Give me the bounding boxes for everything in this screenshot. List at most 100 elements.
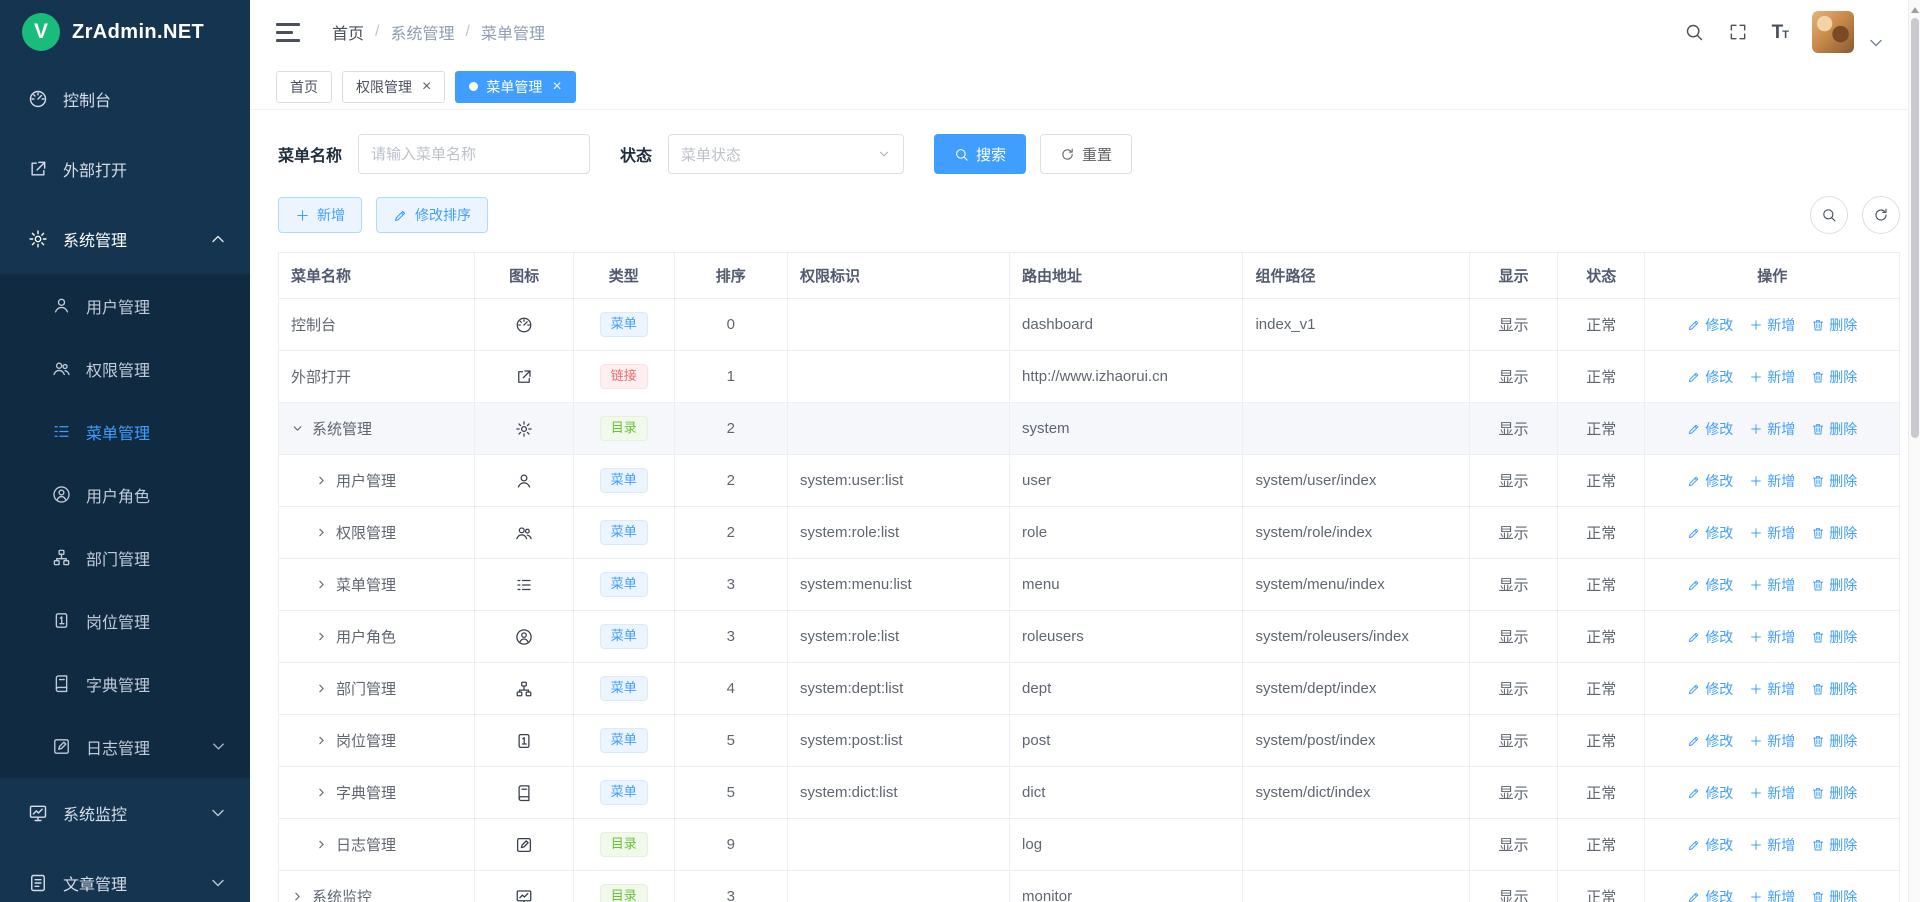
breadcrumb-item[interactable]: 菜单管理: [481, 20, 545, 44]
row-action-edit[interactable]: 修改: [1687, 575, 1733, 595]
row-action-delete[interactable]: 删除: [1811, 731, 1857, 751]
sidebar-item-system-monitor[interactable]: 系统监控: [0, 778, 250, 848]
sidebar-item-user-role[interactable]: 用户角色: [0, 463, 250, 526]
sidebar-item-dict-manage[interactable]: 字典管理: [0, 652, 250, 715]
sidebar-item-log-manage[interactable]: 日志管理: [0, 715, 250, 778]
row-action-delete[interactable]: 删除: [1811, 835, 1857, 855]
row-action-add[interactable]: 新增: [1749, 471, 1795, 491]
expand-row-icon[interactable]: [315, 786, 328, 799]
row-action-delete[interactable]: 删除: [1811, 367, 1857, 387]
row-action-delete[interactable]: 删除: [1811, 575, 1857, 595]
topbar-actions: TT: [1684, 11, 1886, 53]
edit-icon: [1687, 838, 1701, 852]
menu-name-cell: 用户角色: [279, 611, 475, 663]
close-icon[interactable]: ×: [552, 79, 561, 95]
sidebar-item-role-manage[interactable]: 权限管理: [0, 337, 250, 400]
expand-row-icon[interactable]: [315, 838, 328, 851]
sidebar-item-menu-manage[interactable]: 菜单管理: [0, 400, 250, 463]
row-action-edit[interactable]: 修改: [1687, 783, 1733, 803]
status-select[interactable]: 菜单状态: [668, 134, 904, 174]
row-action-add[interactable]: 新增: [1749, 315, 1795, 335]
visible-cell: 显示: [1470, 715, 1558, 767]
row-action-delete[interactable]: 删除: [1811, 627, 1857, 647]
row-action-add[interactable]: 新增: [1749, 367, 1795, 387]
row-action-add[interactable]: 新增: [1749, 627, 1795, 647]
gear-icon: [515, 420, 533, 438]
row-action-delete[interactable]: 删除: [1811, 783, 1857, 803]
row-action-edit[interactable]: 修改: [1687, 835, 1733, 855]
collapse-menu-icon[interactable]: [276, 23, 300, 42]
menu-name-input[interactable]: [358, 134, 590, 174]
row-action-edit[interactable]: 修改: [1687, 419, 1733, 439]
user-menu-caret-icon[interactable]: [1866, 33, 1886, 53]
collapse-row-icon[interactable]: [291, 422, 304, 435]
reset-button[interactable]: 重置: [1040, 134, 1132, 174]
tab-item[interactable]: 首页: [276, 71, 332, 103]
tab-item[interactable]: 菜单管理×: [455, 71, 575, 103]
sidebar-item-user-manage[interactable]: 用户管理: [0, 274, 250, 337]
fullscreen-icon[interactable]: [1728, 22, 1748, 42]
row-action-edit[interactable]: 修改: [1687, 627, 1733, 647]
font-size-icon[interactable]: TT: [1772, 23, 1788, 42]
sidebar-item-dept-manage[interactable]: 部门管理: [0, 526, 250, 589]
row-action-add[interactable]: 新增: [1749, 783, 1795, 803]
row-action-add[interactable]: 新增: [1749, 679, 1795, 699]
expand-row-icon[interactable]: [315, 734, 328, 747]
sidebar-item-external-open[interactable]: 外部打开: [0, 134, 250, 204]
sidebar-item-post-manage[interactable]: 岗位管理: [0, 589, 250, 652]
row-action-label: 新增: [1767, 887, 1795, 902]
search-button[interactable]: 搜索: [934, 134, 1026, 174]
dashboard-icon: [515, 316, 533, 334]
row-action-delete[interactable]: 删除: [1811, 887, 1857, 902]
search-icon: [954, 147, 969, 162]
row-action-edit[interactable]: 修改: [1687, 523, 1733, 543]
show-search-button[interactable]: [1810, 196, 1848, 234]
row-action-edit[interactable]: 修改: [1687, 471, 1733, 491]
row-action-edit[interactable]: 修改: [1687, 367, 1733, 387]
row-action-add[interactable]: 新增: [1749, 575, 1795, 595]
row-action-edit[interactable]: 修改: [1687, 731, 1733, 751]
scroll-up-icon[interactable]: [1911, 7, 1919, 13]
row-action-label: 删除: [1829, 835, 1857, 855]
plus-icon: [1749, 786, 1763, 800]
sidebar-item-dashboard[interactable]: 控制台: [0, 64, 250, 134]
menu-icon-cell: [475, 767, 574, 819]
row-action-add[interactable]: 新增: [1749, 835, 1795, 855]
breadcrumb-item[interactable]: 系统管理: [390, 20, 454, 44]
row-action-edit[interactable]: 修改: [1687, 679, 1733, 699]
row-action-delete[interactable]: 删除: [1811, 471, 1857, 491]
row-action-add[interactable]: 新增: [1749, 419, 1795, 439]
close-icon[interactable]: ×: [422, 79, 431, 95]
scrollbar-thumb[interactable]: [1911, 18, 1919, 438]
expand-row-icon[interactable]: [315, 630, 328, 643]
post-icon: [515, 732, 533, 750]
perm-cell: [787, 403, 1009, 455]
search-icon[interactable]: [1684, 22, 1704, 42]
avatar[interactable]: [1812, 11, 1854, 53]
row-action-label: 修改: [1705, 679, 1733, 699]
external-icon: [28, 159, 48, 179]
row-action-edit[interactable]: 修改: [1687, 887, 1733, 902]
row-action-add[interactable]: 新增: [1749, 731, 1795, 751]
tab-item[interactable]: 权限管理×: [342, 71, 445, 103]
row-action-label: 删除: [1829, 523, 1857, 543]
row-action-delete[interactable]: 删除: [1811, 523, 1857, 543]
row-action-add[interactable]: 新增: [1749, 523, 1795, 543]
row-action-delete[interactable]: 删除: [1811, 315, 1857, 335]
row-action-edit[interactable]: 修改: [1687, 315, 1733, 335]
row-action-delete[interactable]: 删除: [1811, 679, 1857, 699]
expand-row-icon[interactable]: [315, 474, 328, 487]
breadcrumb-item[interactable]: 首页: [332, 20, 364, 44]
expand-row-icon[interactable]: [315, 682, 328, 695]
expand-row-icon[interactable]: [315, 578, 328, 591]
expand-row-icon[interactable]: [315, 526, 328, 539]
sidebar-item-article-manage[interactable]: 文章管理: [0, 848, 250, 902]
row-action-delete[interactable]: 删除: [1811, 419, 1857, 439]
expand-row-icon[interactable]: [291, 890, 304, 902]
add-button[interactable]: 新增: [278, 197, 362, 233]
refresh-table-button[interactable]: [1862, 196, 1900, 234]
row-action-add[interactable]: 新增: [1749, 887, 1795, 902]
scrollbar[interactable]: [1908, 0, 1920, 902]
sidebar-item-system-manage[interactable]: 系统管理: [0, 204, 250, 274]
edit-sort-button[interactable]: 修改排序: [376, 197, 488, 233]
